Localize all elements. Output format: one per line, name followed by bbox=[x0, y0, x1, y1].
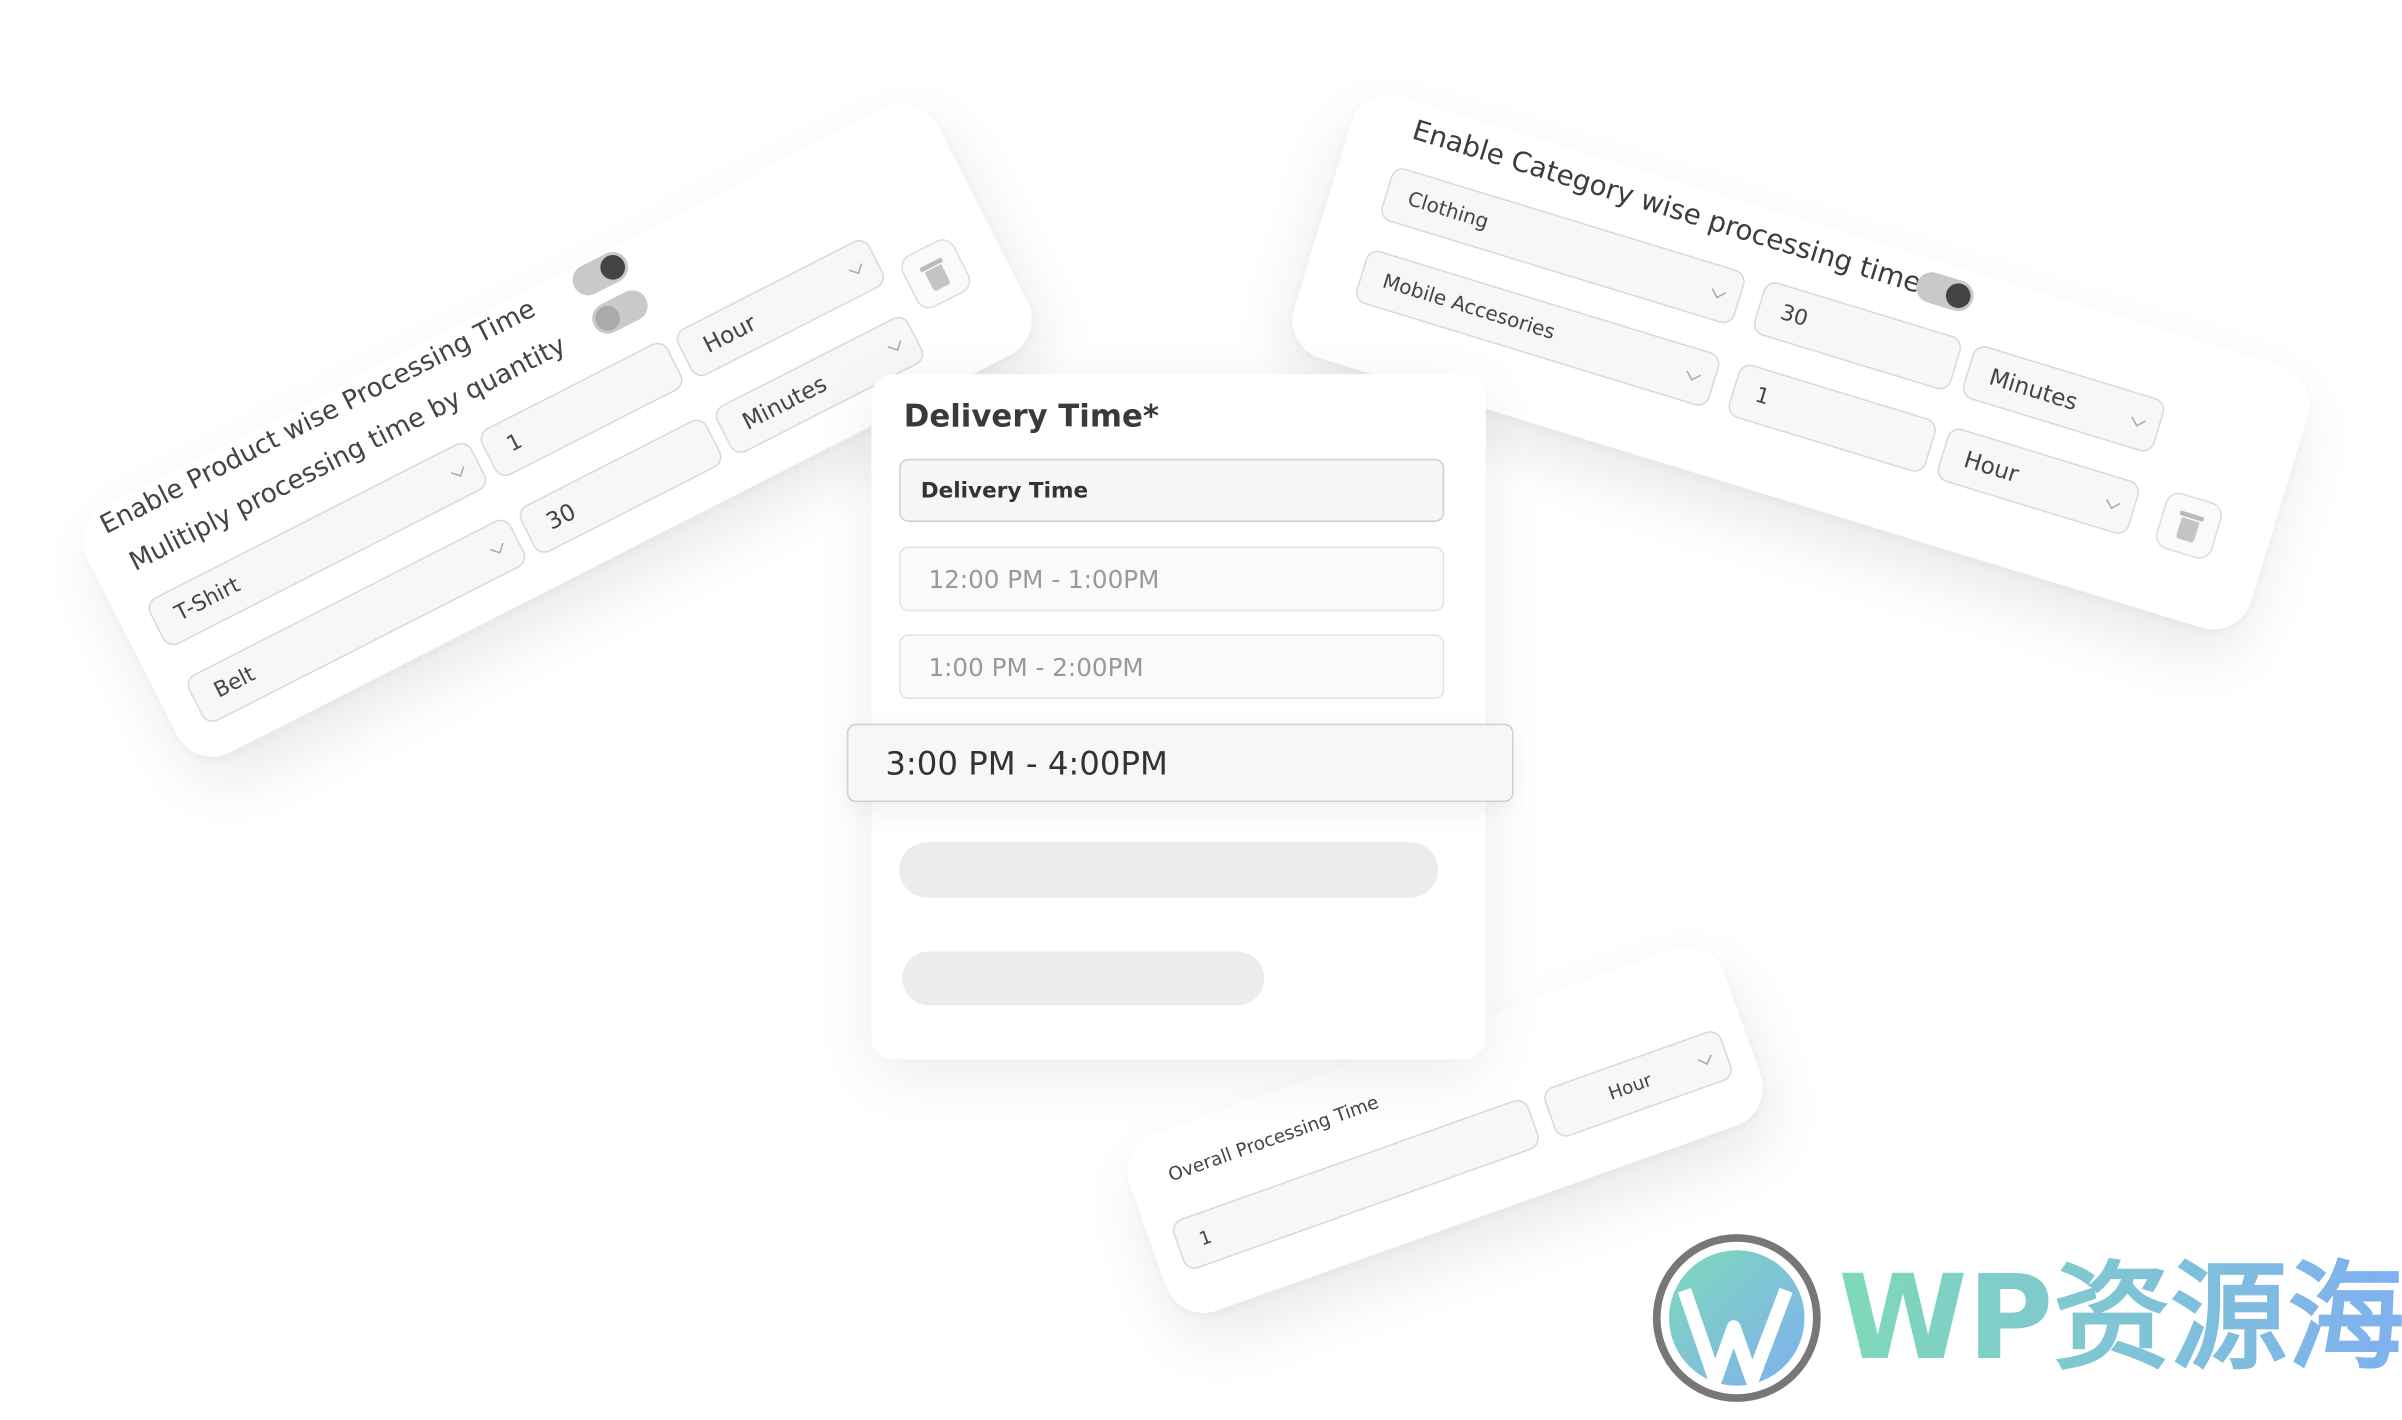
select-value: Minutes bbox=[737, 369, 832, 436]
watermark-text: WP资源海 bbox=[1838, 1253, 2402, 1382]
overall-value-input[interactable]: 1 bbox=[1169, 1096, 1543, 1273]
wordpress-logo-icon bbox=[1652, 1234, 1821, 1402]
input-value: 30 bbox=[1777, 300, 1811, 333]
option-label: 1:00 PM - 2:00PM bbox=[928, 652, 1144, 682]
chevron-down-icon bbox=[887, 337, 902, 351]
chevron-down-icon bbox=[1686, 366, 1701, 381]
delivery-time-title: Delivery Time* bbox=[903, 397, 1159, 435]
chevron-down-icon bbox=[450, 463, 465, 477]
overall-unit-select[interactable]: Hour bbox=[1540, 1027, 1736, 1141]
select-value: T-Shirt bbox=[171, 573, 245, 627]
select-value: Delivery Time bbox=[920, 478, 1089, 503]
delete-button[interactable] bbox=[896, 234, 976, 314]
input-value: 30 bbox=[541, 497, 581, 536]
select-value: Mobile Accesories bbox=[1379, 269, 1558, 345]
select-value: Hour bbox=[698, 308, 761, 359]
select-value: Belt bbox=[210, 662, 260, 704]
placeholder-bar bbox=[899, 842, 1439, 898]
placeholder-bar bbox=[902, 951, 1265, 1006]
toggle-knob bbox=[591, 301, 625, 335]
chevron-down-icon bbox=[1711, 283, 1727, 299]
toggle-knob bbox=[596, 250, 630, 284]
multiply-quantity-toggle[interactable] bbox=[586, 285, 653, 340]
delivery-option-highlighted[interactable]: 3:00 PM - 4:00PM bbox=[846, 723, 1514, 803]
select-value: Minutes bbox=[1985, 363, 2081, 417]
input-value: 1 bbox=[503, 429, 527, 458]
option-label: 12:00 PM - 1:00PM bbox=[928, 564, 1160, 594]
input-value: 1 bbox=[1752, 383, 1773, 411]
select-value: Hour bbox=[1605, 1069, 1655, 1105]
select-value: Clothing bbox=[1404, 187, 1492, 234]
toggle-knob bbox=[1942, 280, 1974, 312]
chevron-down-icon bbox=[2106, 494, 2121, 510]
delivery-option[interactable]: 1:00 PM - 2:00PM bbox=[899, 634, 1445, 700]
chevron-down-icon bbox=[2131, 412, 2146, 427]
delivery-time-card: Delivery Time* Delivery Time 12:00 PM - … bbox=[846, 374, 1514, 1060]
enable-category-toggle[interactable] bbox=[1912, 268, 1978, 315]
delivery-option[interactable]: 12:00 PM - 1:00PM bbox=[899, 546, 1445, 612]
chevron-down-icon bbox=[1697, 1050, 1712, 1066]
delete-button[interactable] bbox=[2152, 489, 2226, 563]
enable-product-label: Enable Product wise Processing Time bbox=[95, 293, 541, 542]
trash-icon-body bbox=[2175, 517, 2200, 544]
chevron-down-icon bbox=[848, 260, 863, 275]
chevron-down-icon bbox=[490, 540, 504, 554]
select-value: Hour bbox=[1960, 445, 2023, 489]
option-label: 3:00 PM - 4:00PM bbox=[885, 744, 1168, 782]
delivery-time-select[interactable]: Delivery Time bbox=[899, 458, 1445, 522]
input-value: 1 bbox=[1196, 1225, 1215, 1251]
watermark-logo: WP资源海 bbox=[1651, 1232, 2402, 1404]
